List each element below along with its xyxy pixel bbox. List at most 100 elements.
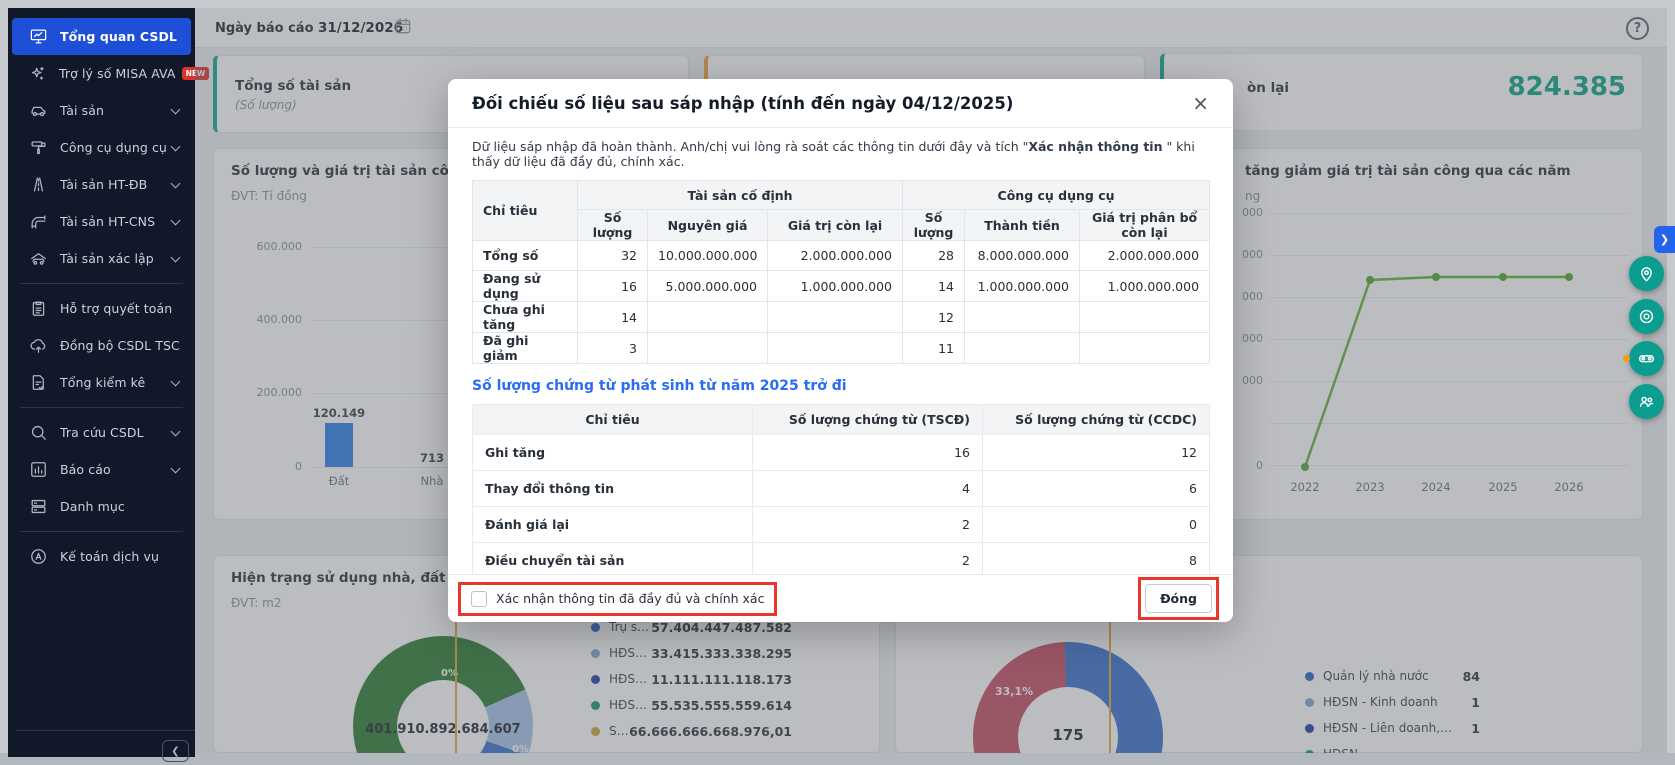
row-value: 10.000.000.000 bbox=[648, 241, 768, 271]
sidebar-item-6[interactable]: Tài sản xác lập bbox=[12, 240, 191, 277]
row-label: Ghi tăng bbox=[473, 435, 753, 471]
sidebar-item-2[interactable]: Tài sản bbox=[12, 92, 191, 129]
sidebar-item-label: Đồng bộ CSDL TSC bbox=[60, 338, 180, 353]
sidebar-item-0[interactable]: Tổng quan CSDL bbox=[12, 18, 191, 55]
row-ccdc: 0 bbox=[983, 507, 1210, 543]
sidebar-divider bbox=[20, 283, 183, 284]
t1-sub-2: Giá trị còn lại bbox=[768, 210, 903, 241]
row-value: 14 bbox=[903, 271, 965, 302]
row-label: Đã ghi giảm bbox=[473, 333, 578, 364]
row-value: 1.000.000.000 bbox=[965, 271, 1080, 302]
table-row: Thay đổi thông tin46 bbox=[473, 471, 1210, 507]
list-rows-icon bbox=[28, 497, 48, 517]
confirm-checkbox-label: Xác nhận thông tin đã đầy đủ và chính xá… bbox=[496, 591, 764, 606]
row-value: 1.000.000.000 bbox=[768, 271, 903, 302]
row-tscd: 4 bbox=[753, 471, 983, 507]
chevron-down-icon bbox=[171, 426, 181, 436]
row-value: 2.000.000.000 bbox=[1080, 241, 1210, 271]
modal-header: Đối chiếu số liệu sau sáp nhập (tính đến… bbox=[448, 79, 1233, 128]
notification-dot bbox=[1623, 355, 1630, 362]
floating-pin-button[interactable] bbox=[1629, 256, 1664, 291]
road-icon bbox=[28, 175, 48, 195]
sidebar-item-3[interactable]: Công cụ dụng cụ bbox=[12, 129, 191, 166]
sidebar-item-7[interactable]: Hỗ trợ quyết toán bbox=[12, 290, 191, 327]
table-vouchers: Chỉ tiêu Số lượng chứng từ (TSCĐ) Số lượ… bbox=[472, 404, 1210, 574]
table-row: Tổng số3210.000.000.0002.000.000.000288.… bbox=[473, 241, 1210, 271]
row-value: 3 bbox=[578, 333, 648, 364]
row-value: 5.000.000.000 bbox=[648, 271, 768, 302]
row-value: 8.000.000.000 bbox=[965, 241, 1080, 271]
row-value: 1.000.000.000 bbox=[1080, 271, 1210, 302]
bar-chart-icon bbox=[28, 460, 48, 480]
close-button[interactable]: Đóng bbox=[1145, 584, 1212, 613]
screen: Ngày báo cáo 31/12/2026 ? Tổng số tài sả… bbox=[0, 0, 1675, 765]
row-tscd: 2 bbox=[753, 543, 983, 575]
row-value: 14 bbox=[578, 302, 648, 333]
t1-sub-1: Nguyên giá bbox=[648, 210, 768, 241]
car-roof-icon bbox=[28, 249, 48, 269]
row-label: Chưa ghi tăng bbox=[473, 302, 578, 333]
table-row: Chưa ghi tăng1412 bbox=[473, 302, 1210, 333]
t2-h-1: Số lượng chứng từ (TSCĐ) bbox=[753, 405, 983, 435]
table-row: Đánh giá lại20 bbox=[473, 507, 1210, 543]
row-value: 32 bbox=[578, 241, 648, 271]
sidebar-item-4[interactable]: Tài sản HT-ĐB bbox=[12, 166, 191, 203]
sidebar-item-label: Danh mục bbox=[60, 499, 125, 514]
t1-col-label: Chỉ tiêu bbox=[473, 181, 578, 241]
row-value bbox=[965, 333, 1080, 364]
row-tscd: 16 bbox=[753, 435, 983, 471]
sidebar-collapse-button[interactable]: ❮ bbox=[162, 740, 189, 762]
modal-title: Đối chiếu số liệu sau sáp nhập (tính đến… bbox=[472, 94, 1013, 113]
row-value bbox=[1080, 302, 1210, 333]
sidebar-item-10[interactable]: Tra cứu CSDL bbox=[12, 414, 191, 451]
sidebar-item-5[interactable]: Tài sản HT-CNS bbox=[12, 203, 191, 240]
sidebar-item-label: Tài sản HT-ĐB bbox=[60, 177, 147, 192]
sidebar-item-1[interactable]: Trợ lý số MISA AVANEW bbox=[12, 55, 191, 92]
car-icon bbox=[28, 101, 48, 121]
row-label: Thay đổi thông tin bbox=[473, 471, 753, 507]
chevron-down-icon bbox=[171, 141, 181, 151]
sidebar-item-8[interactable]: Đồng bộ CSDL TSC bbox=[12, 327, 191, 364]
sidebar-item-label: Trợ lý số MISA AVA bbox=[59, 66, 176, 81]
t1-sub-5: Giá trị phân bổ còn lại bbox=[1080, 210, 1210, 241]
a-circle-icon bbox=[28, 547, 48, 567]
chevron-down-icon bbox=[171, 252, 181, 262]
bottom-strip bbox=[0, 753, 1675, 765]
sidebar-footer: ❮ bbox=[16, 730, 203, 731]
floating-vr-button[interactable] bbox=[1629, 341, 1664, 376]
row-value: 28 bbox=[903, 241, 965, 271]
close-button-highlight-box: Đóng bbox=[1138, 577, 1219, 620]
floating-target-button[interactable] bbox=[1629, 299, 1664, 334]
t1-group-fixed-assets: Tài sản cố định bbox=[578, 181, 903, 210]
row-value bbox=[965, 302, 1080, 333]
sidebar-divider bbox=[20, 407, 183, 408]
modal-footer: Xác nhận thông tin đã đầy đủ và chính xá… bbox=[448, 574, 1233, 622]
table-row: Đã ghi giảm311 bbox=[473, 333, 1210, 364]
sidebar-item-9[interactable]: Tổng kiểm kê bbox=[12, 364, 191, 401]
panel-expand-tab[interactable]: ❯ bbox=[1654, 226, 1675, 253]
modal-reconciliation: Đối chiếu số liệu sau sáp nhập (tính đến… bbox=[448, 79, 1233, 622]
chevron-down-icon bbox=[171, 104, 181, 114]
row-value bbox=[768, 333, 903, 364]
doc-check-icon bbox=[28, 373, 48, 393]
cloud-sync-icon bbox=[28, 336, 48, 356]
sidebar-item-13[interactable]: Kế toán dịch vụ bbox=[12, 538, 191, 575]
row-label: Điều chuyển tài sản bbox=[473, 543, 753, 575]
chevron-down-icon bbox=[171, 215, 181, 225]
row-value: 2.000.000.000 bbox=[768, 241, 903, 271]
sidebar-item-12[interactable]: Danh mục bbox=[12, 488, 191, 525]
close-icon[interactable]: × bbox=[1192, 93, 1209, 113]
sidebar-item-11[interactable]: Báo cáo bbox=[12, 451, 191, 488]
sidebar-item-label: Tài sản bbox=[60, 103, 104, 118]
row-value bbox=[648, 333, 768, 364]
chart-monitor-icon bbox=[28, 27, 48, 47]
t2-h-0: Chỉ tiêu bbox=[473, 405, 753, 435]
sidebar-item-label: Hỗ trợ quyết toán bbox=[60, 301, 172, 316]
floating-people-button[interactable] bbox=[1629, 384, 1664, 419]
sidebar-item-label: Kế toán dịch vụ bbox=[60, 549, 159, 564]
row-tscd: 2 bbox=[753, 507, 983, 543]
t1-sub-0: Số lượng bbox=[578, 210, 648, 241]
confirm-checkbox[interactable] bbox=[471, 591, 487, 607]
clipboard-icon bbox=[28, 299, 48, 319]
pipe-icon bbox=[28, 212, 48, 232]
